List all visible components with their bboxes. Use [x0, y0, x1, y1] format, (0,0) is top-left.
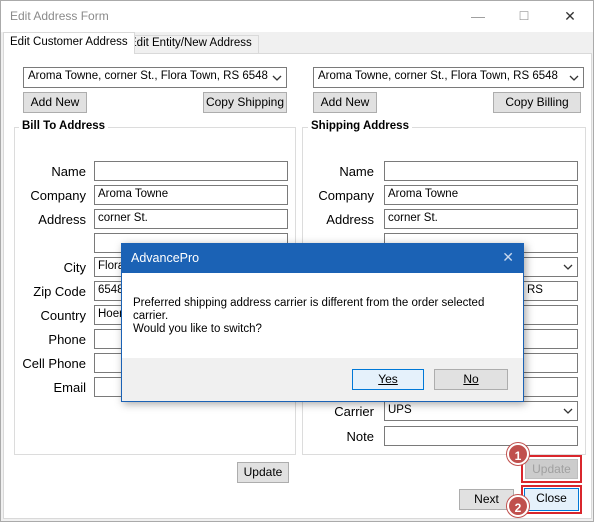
bill-to-add-new-button[interactable]: Add New: [23, 92, 87, 113]
bill-to-address-select[interactable]: Aroma Towne, corner St., Flora Town, RS …: [23, 67, 287, 88]
next-button[interactable]: Next: [459, 489, 514, 510]
chevron-down-icon: [563, 264, 573, 270]
yes-button-label: Yes: [378, 372, 398, 386]
yes-button[interactable]: Yes: [352, 369, 424, 390]
dialog-message: Preferred shipping address carrier is di…: [133, 297, 513, 336]
ship-note-label: Note: [346, 429, 374, 444]
shipping-update-button[interactable]: Update: [525, 459, 578, 479]
ship-carrier-select[interactable]: UPS: [384, 401, 578, 421]
dialog-message-line-2: carrier.: [133, 310, 169, 322]
ship-name-label: Name: [339, 164, 374, 179]
ship-company-label: Company: [318, 188, 374, 203]
ship-address-label: Address: [326, 212, 374, 227]
bill-name-label: Name: [51, 164, 86, 179]
shipping-add-new-button[interactable]: Add New: [313, 92, 377, 113]
tab-strip: Edit Customer Address Edit Entity/New Ad…: [1, 32, 593, 54]
dialog-close-icon[interactable]: ✕: [502, 249, 514, 266]
close-icon[interactable]: ✕: [547, 1, 593, 32]
bill-zip-label: Zip Code: [33, 284, 86, 299]
tab-edit-customer-address[interactable]: Edit Customer Address: [3, 32, 135, 54]
bill-address-field[interactable]: corner St.: [94, 209, 288, 229]
copy-shipping-button[interactable]: Copy Shipping: [203, 92, 287, 113]
ship-carrier-value: UPS: [388, 404, 412, 416]
bill-company-label: Company: [30, 188, 86, 203]
chevron-down-icon: [272, 75, 282, 81]
step-marker-2: 2: [507, 495, 529, 517]
bill-address-label: Address: [38, 212, 86, 227]
shipping-address-select[interactable]: Aroma Towne, corner St., Flora Town, RS …: [313, 67, 584, 88]
title-bar: Edit Address Form — ☐ ✕: [1, 1, 593, 32]
dialog-message-line-3: Would you like to switch?: [133, 323, 262, 335]
chevron-down-icon: [569, 75, 579, 81]
shipping-group-title: Shipping Address: [308, 120, 412, 132]
ship-name-field[interactable]: [384, 161, 578, 181]
dialog-button-bar: Yes No: [122, 358, 523, 401]
bill-company-field[interactable]: Aroma Towne: [94, 185, 288, 205]
bill-city-label: City: [63, 260, 86, 275]
tab-edit-entity-new-address[interactable]: Edit Entity/New Address: [122, 35, 259, 54]
bill-name-field[interactable]: [94, 161, 288, 181]
no-button-label: No: [463, 372, 479, 386]
bill-to-address-select-value: Aroma Towne, corner St., Flora Town, RS …: [28, 70, 268, 82]
bill-cell-phone-label: Cell Phone: [22, 356, 86, 371]
dialog-message-line-1: Preferred shipping address carrier is di…: [133, 297, 485, 309]
bill-email-label: Email: [53, 380, 86, 395]
bill-to-group-title: Bill To Address: [19, 120, 109, 132]
minimize-icon[interactable]: —: [455, 1, 501, 32]
ship-state-value: RS: [527, 284, 543, 296]
step-marker-1: 1: [507, 443, 529, 465]
maximize-icon[interactable]: ☐: [501, 1, 547, 32]
shipping-address-select-value: Aroma Towne, corner St., Flora Town, RS …: [318, 70, 558, 82]
dialog-title: AdvancePro: [131, 251, 200, 265]
bill-country-label: Country: [40, 308, 86, 323]
chevron-down-icon: [563, 408, 573, 414]
ship-address-field[interactable]: corner St.: [384, 209, 578, 229]
bill-to-update-button[interactable]: Update: [237, 462, 289, 483]
close-button[interactable]: Close: [524, 488, 579, 511]
window-title: Edit Address Form: [10, 9, 109, 23]
no-button[interactable]: No: [434, 369, 508, 390]
ship-carrier-label: Carrier: [334, 404, 374, 419]
advancepro-dialog: AdvancePro ✕ Preferred shipping address …: [121, 243, 524, 402]
ship-company-field[interactable]: Aroma Towne: [384, 185, 578, 205]
dialog-title-bar: AdvancePro ✕: [122, 244, 523, 273]
ship-note-field[interactable]: [384, 426, 578, 446]
bill-phone-label: Phone: [48, 332, 86, 347]
copy-billing-button[interactable]: Copy Billing: [493, 92, 581, 113]
